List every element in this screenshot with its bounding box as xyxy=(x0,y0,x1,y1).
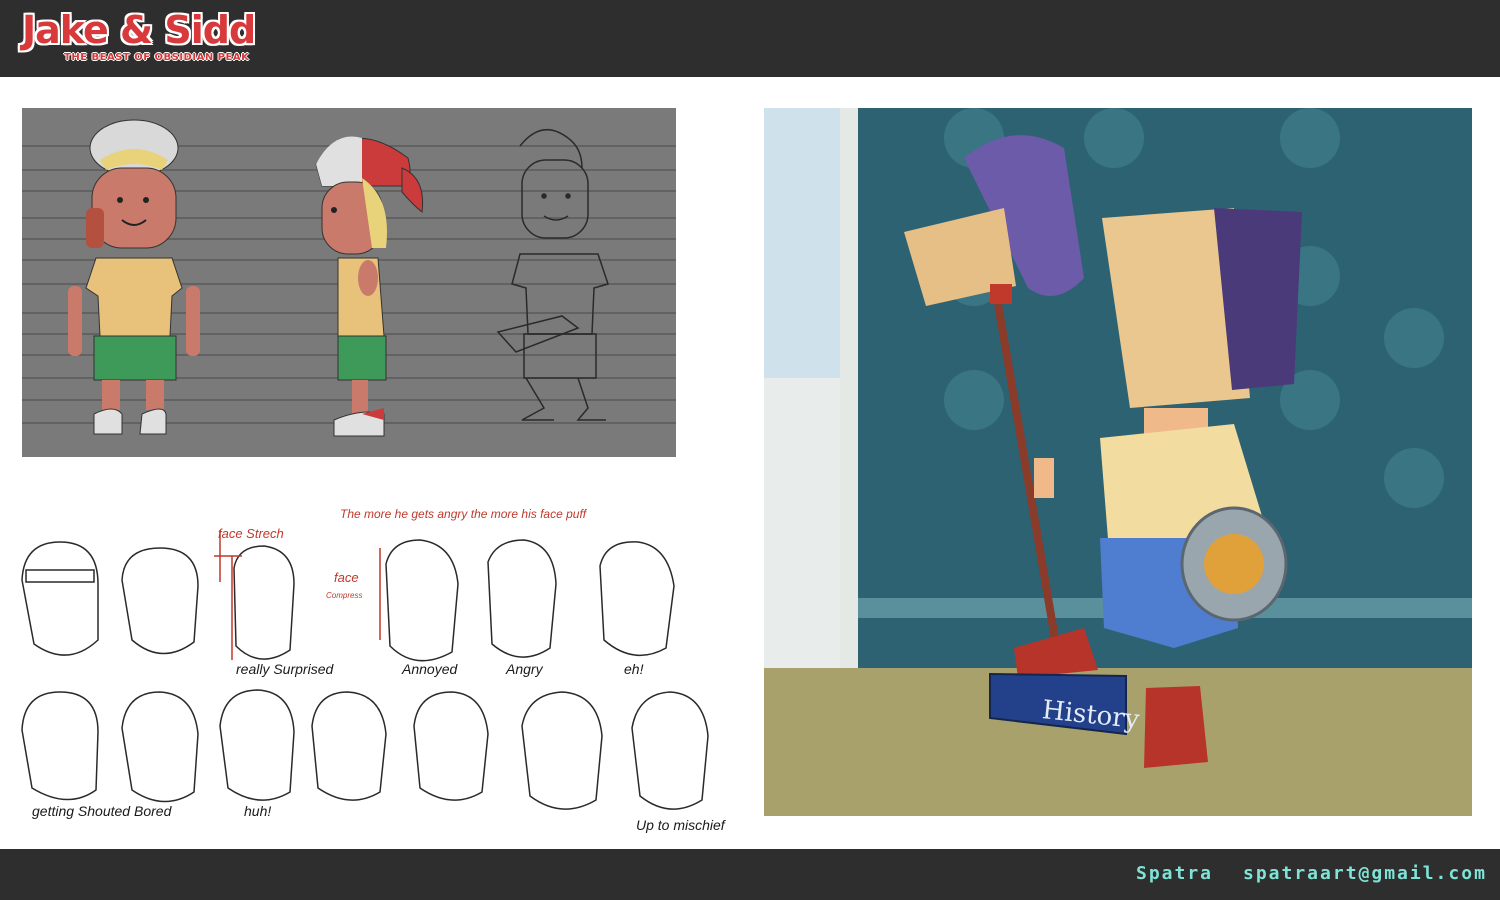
label-bored: Bored xyxy=(134,803,173,819)
character-turnaround-sheet xyxy=(22,108,676,457)
artist-email[interactable]: spatraart@gmail.com xyxy=(1243,863,1487,884)
logo-title: Jake & Sidd xyxy=(22,8,256,52)
label-angry: Angry xyxy=(505,661,544,677)
artist-name: Spatra xyxy=(1136,863,1214,884)
front-view-figure xyxy=(68,119,200,435)
label-up-to-mischief: Up to mischief xyxy=(636,817,727,833)
note-face: face xyxy=(334,570,359,585)
expression-sheet: face Strech The more he gets angry the m… xyxy=(14,500,744,840)
expression-heads xyxy=(21,539,709,810)
sketch-view-figure xyxy=(496,129,609,421)
label-really-surprised: really Surprised xyxy=(236,661,334,677)
label-annoyed: Annoyed xyxy=(401,661,458,677)
side-view-figure xyxy=(315,136,424,437)
note-face-strech: face Strech xyxy=(218,526,284,541)
label-huh: huh! xyxy=(244,803,271,819)
note-angry-puff: The more he gets angry the more his face… xyxy=(340,507,588,521)
project-logo: Jake & Sidd THE BEAST OF OBSIDIAN PEAK xyxy=(22,8,297,68)
note-compress: Compress xyxy=(326,591,362,600)
label-eh: eh! xyxy=(624,661,644,677)
label-getting-shouted: getting Shouted xyxy=(32,803,131,819)
footer-bar: Spatra spatraart@gmail.com xyxy=(0,849,1500,900)
character-painting: History xyxy=(764,108,1472,816)
header-bar: Jake & Sidd THE BEAST OF OBSIDIAN PEAK xyxy=(0,0,1500,77)
logo-subtitle: THE BEAST OF OBSIDIAN PEAK xyxy=(64,52,250,63)
